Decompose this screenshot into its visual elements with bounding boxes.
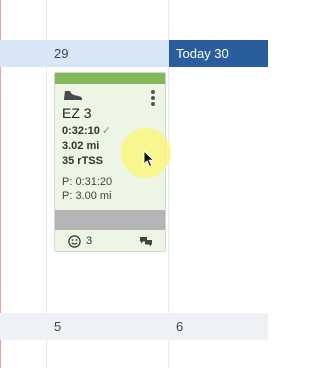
shoe-icon <box>64 91 82 100</box>
day-header-6[interactable]: 6 <box>169 313 268 340</box>
check-icon: ✓ <box>101 125 112 137</box>
day-header-5[interactable]: 5 <box>47 313 168 340</box>
workout-title: EZ 3 <box>62 105 92 121</box>
workout-plan: P: 0:31:20 P: 3.00 mi <box>55 175 165 203</box>
workout-card-footer: 3 <box>55 231 165 251</box>
day-header-today[interactable]: Today 30 <box>169 40 268 67</box>
day-header-previous <box>0 40 46 67</box>
week-header-row: 29 Today 30 <box>0 40 268 67</box>
comment-count: 3 <box>86 235 93 247</box>
workout-compliance-bar <box>55 210 165 230</box>
planned-distance: P: 3.00 mi <box>62 190 112 202</box>
next-week-header-row: 5 6 <box>0 313 268 340</box>
smile-icon[interactable] <box>68 235 81 248</box>
day-header-29[interactable]: 29 <box>47 40 168 67</box>
more-options-icon[interactable] <box>151 90 155 106</box>
comments-icon[interactable] <box>139 236 153 247</box>
workout-duration: 0:32:10 <box>62 125 100 137</box>
workout-status-bar <box>55 73 165 84</box>
mouse-cursor-icon <box>143 150 155 168</box>
